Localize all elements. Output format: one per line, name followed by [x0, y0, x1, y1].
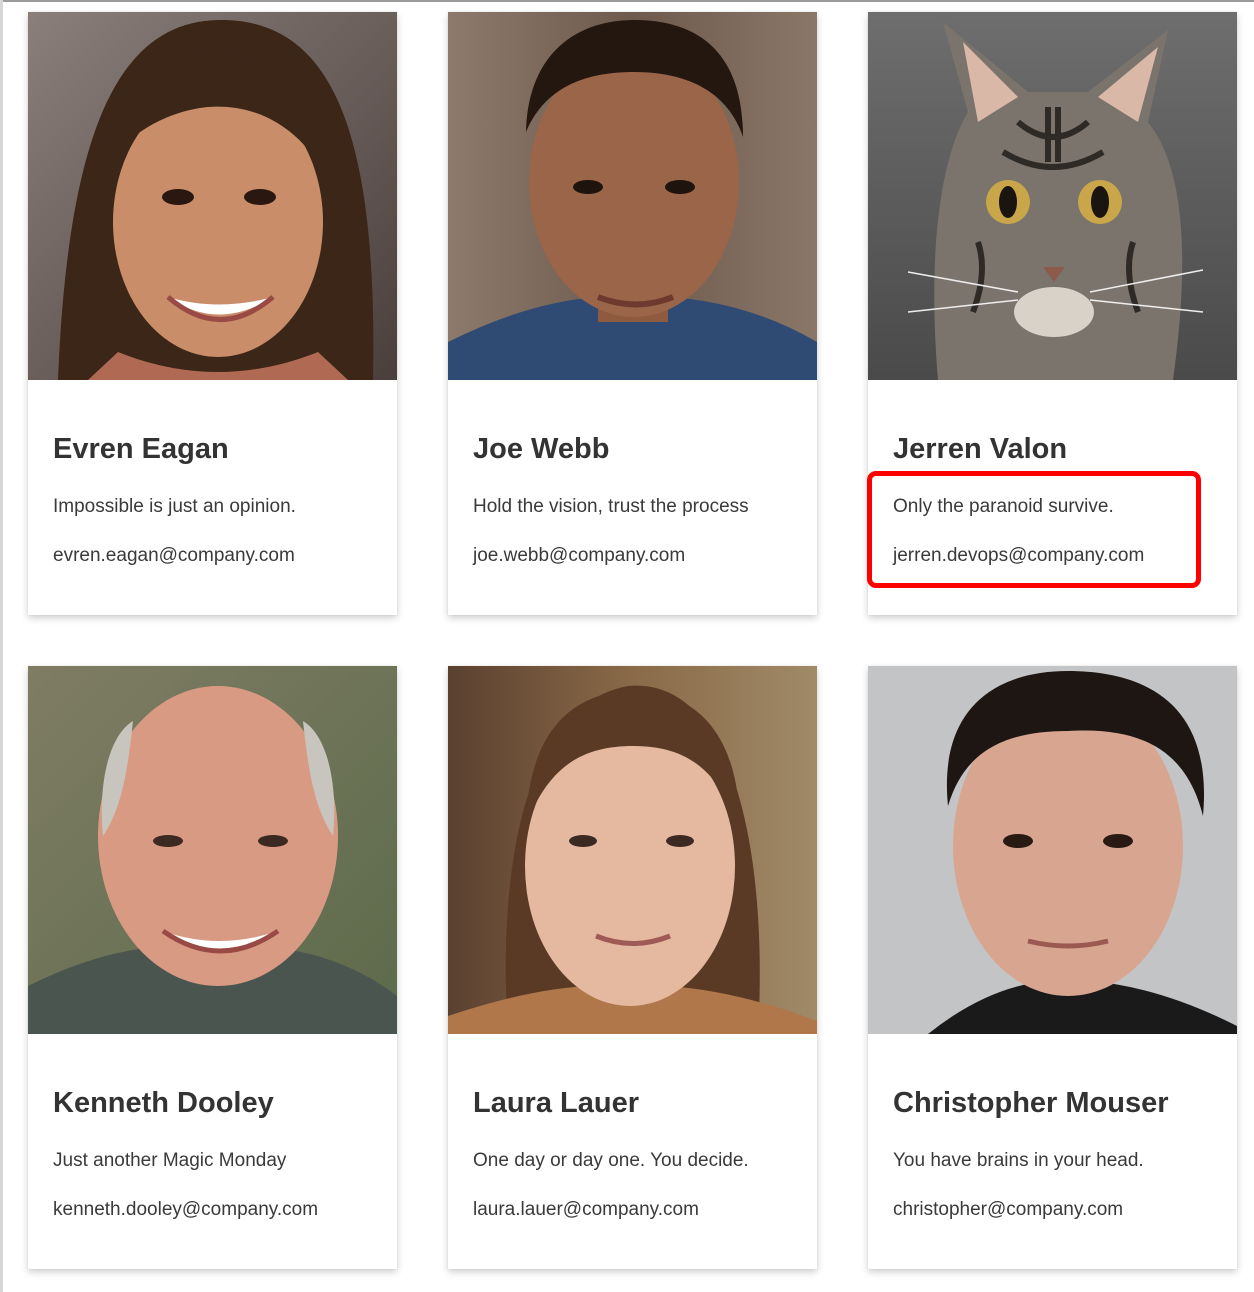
team-card: Joe Webb Hold the vision, trust the proc… — [448, 12, 817, 615]
member-name: Joe Webb — [473, 433, 610, 465]
member-quote: Hold the vision, trust the process — [473, 496, 749, 517]
member-quote: Just another Magic Monday — [53, 1150, 287, 1171]
member-email: laura.lauer@company.com — [473, 1199, 699, 1220]
team-card: Christopher Mouser You have brains in yo… — [868, 666, 1237, 1269]
team-card: Jerren Valon Only the paranoid survive. … — [868, 12, 1237, 615]
member-name: Laura Lauer — [473, 1087, 639, 1119]
profile-photo — [448, 12, 817, 380]
team-grid: Evren Eagan Impossible is just an opinio… — [28, 12, 1237, 1269]
profile-photo — [448, 666, 817, 1034]
team-card: Kenneth Dooley Just another Magic Monday… — [28, 666, 397, 1269]
member-quote: Only the paranoid survive. — [893, 496, 1114, 517]
profile-photo — [28, 12, 397, 380]
team-card: Evren Eagan Impossible is just an opinio… — [28, 12, 397, 615]
member-quote: Impossible is just an opinion. — [53, 496, 296, 517]
member-email: christopher@company.com — [893, 1199, 1124, 1220]
member-email: kenneth.dooley@company.com — [53, 1199, 319, 1220]
member-quote: You have brains in your head. — [893, 1150, 1144, 1171]
profile-photo — [28, 666, 397, 1034]
member-name: Jerren Valon — [893, 433, 1068, 465]
member-email: evren.eagan@company.com — [53, 545, 295, 566]
team-card: Laura Lauer One day or day one. You deci… — [448, 666, 817, 1269]
top-border — [0, 0, 1254, 2]
member-name: Kenneth Dooley — [53, 1087, 274, 1119]
member-email: jerren.devops@company.com — [893, 545, 1145, 566]
member-email: joe.webb@company.com — [473, 545, 686, 566]
profile-photo — [868, 666, 1237, 1034]
member-name: Evren Eagan — [53, 433, 229, 465]
member-quote: One day or day one. You decide. — [473, 1150, 749, 1171]
profile-photo — [868, 12, 1237, 380]
left-border — [0, 0, 3, 1292]
member-name: Christopher Mouser — [893, 1087, 1169, 1119]
